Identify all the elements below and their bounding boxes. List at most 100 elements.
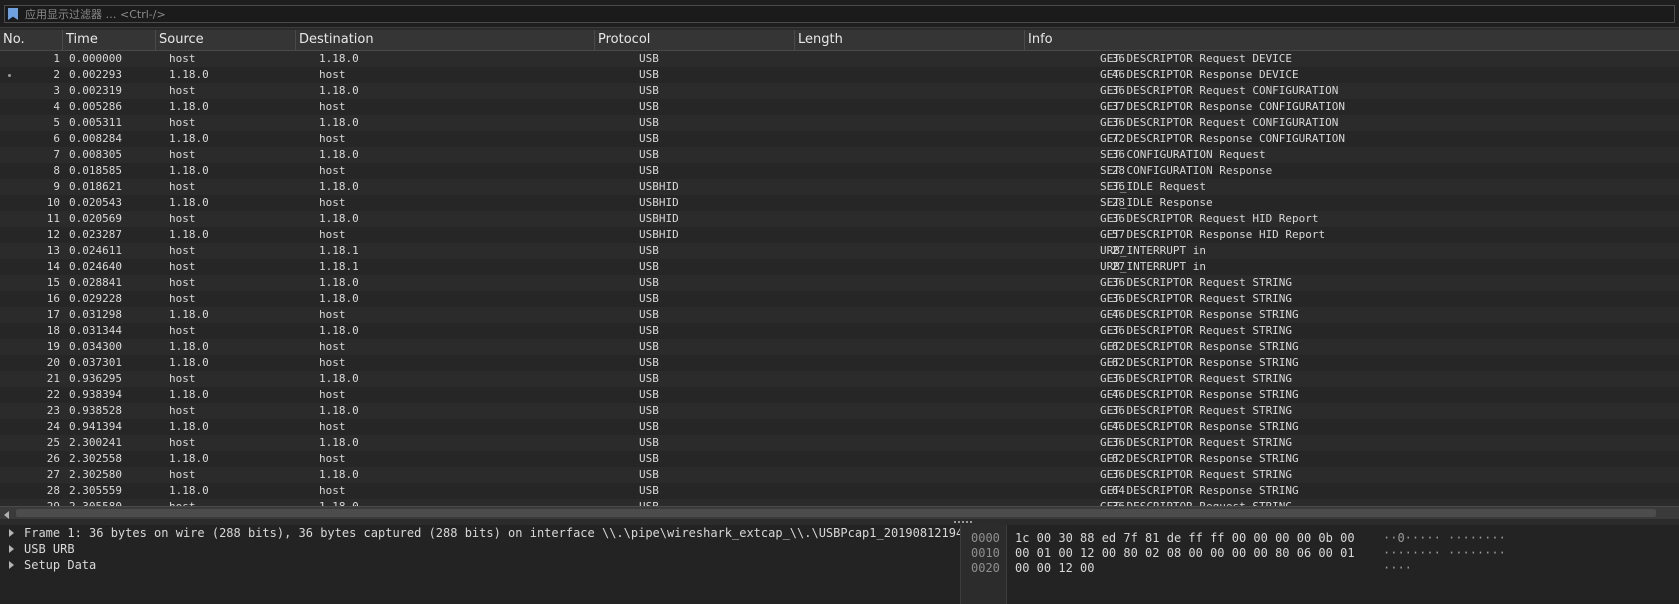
cell-time: 0.000000 — [69, 52, 122, 65]
table-row[interactable]: 25 2.300241 host 1.18.0 USB 36 GET DESCRIPTOR … — [0, 435, 1679, 451]
expand-triangle-icon[interactable] — [9, 529, 14, 537]
table-row[interactable]: 23 0.938528 host 1.18.0 USB 36 GET DESCRIPTOR … — [0, 403, 1679, 419]
detail-row-usb-urb[interactable]: USB URB — [0, 541, 960, 557]
table-row[interactable]: 9 0.018621 host 1.18.0 USBHID 36 SET_IDLE Requ… — [0, 179, 1679, 195]
table-row[interactable]: 13 0.024611 host 1.18.1 USB 27 URB_INTERRUPT i… — [0, 243, 1679, 259]
column-header-protocol[interactable]: Protocol — [594, 30, 794, 50]
cell-source: host — [169, 468, 196, 481]
display-filter-bar — [0, 0, 1679, 28]
table-row[interactable]: 29 2.305580 host 1.18.0USB 36GET DESCRIPTOR … — [0, 499, 1679, 506]
column-header-time[interactable]: Time — [62, 30, 155, 50]
cell-length: 46 — [1111, 308, 1125, 321]
cell-time: 0.031298 — [69, 308, 122, 321]
table-row[interactable]: 5 0.005311 host 1.18.0 USB 36 GET DESCRIPTOR R… — [0, 115, 1679, 131]
cell-source: 1.18.0 — [169, 340, 209, 353]
hex-ascii[interactable]: ··0····· ········ — [1383, 530, 1506, 546]
table-row[interactable]: 6 0.008284 1.18.0 host USB 72 GET DESCRIPTOR R… — [0, 131, 1679, 147]
table-row[interactable]: 7 0.008305 host 1.18.0 USB 36 SET CONFIGURATIO… — [0, 147, 1679, 163]
cell-destination: host — [319, 356, 346, 369]
cell-source: host — [169, 244, 196, 257]
cell-destination: host — [319, 340, 346, 353]
table-row[interactable]: 20 0.037301 1.18.0 host USB 62 GET DESCRIPTOR … — [0, 355, 1679, 371]
packet-list-hscrollbar[interactable] — [0, 506, 1679, 520]
cell-length: 64 — [1111, 484, 1125, 497]
column-header-destination[interactable]: Destination — [295, 30, 594, 50]
table-row[interactable]: 18 0.031344 host 1.18.0 USB 36 GET DESCRIPTOR … — [0, 323, 1679, 339]
bookmark-icon[interactable] — [8, 8, 18, 20]
cell-time: 0.024611 — [69, 244, 122, 257]
cell-no: 3 — [53, 84, 60, 97]
table-row[interactable]: 15 0.028841 host 1.18.0 USB 36 GET DESCRIPTOR … — [0, 275, 1679, 291]
hex-ascii[interactable]: ···· — [1383, 560, 1412, 576]
cell-protocol: USB — [639, 68, 659, 81]
column-header-no[interactable]: No. — [0, 30, 62, 50]
cell-no: 7 — [53, 148, 60, 161]
table-row[interactable]: 22 0.938394 1.18.0 host USB 46 GET DESCRIPTOR … — [0, 387, 1679, 403]
cell-source: host — [169, 148, 196, 161]
cell-info: GET DESCRIPTOR Response CONFIGURATION — [1100, 100, 1346, 113]
display-filter-input[interactable] — [25, 7, 1665, 21]
cell-length: 36 — [1111, 404, 1125, 417]
table-row[interactable]: 27 2.302580 host 1.18.0 USB 36 GET DESCRIPTOR … — [0, 467, 1679, 483]
cell-destination: host — [319, 388, 346, 401]
table-row[interactable]: 1 0.000000 host 1.18.0 USB 36 GET DESCRIPTOR R… — [0, 51, 1679, 67]
cell-destination: 1.18.0 — [319, 276, 359, 289]
cell-info: GET DESCRIPTOR Request STRING — [1100, 372, 1293, 385]
expand-triangle-icon[interactable] — [9, 545, 14, 553]
table-row[interactable]: 12 0.023287 1.18.0 host USBHID 57 GET DESCRIPT… — [0, 227, 1679, 243]
table-row[interactable]: 8 0.018585 1.18.0 host USB 28 SET CONFIGURATIO… — [0, 163, 1679, 179]
hscroll-thumb[interactable] — [16, 509, 1656, 517]
hex-bytes[interactable]: 00 01 00 12 00 80 02 08 00 00 00 00 80 0… — [1015, 545, 1355, 561]
cell-length: 36 — [1111, 292, 1125, 305]
cell-info: GET DESCRIPTOR Request STRING — [1100, 404, 1293, 417]
cell-info: GET DESCRIPTOR Response STRING — [1100, 308, 1299, 321]
table-row[interactable]: 24 0.941394 1.18.0 host USB 46 GET DESCRIPTOR … — [0, 419, 1679, 435]
cell-info: GET DESCRIPTOR Request CONFIGURATION — [1100, 84, 1339, 97]
column-header-info[interactable]: Info — [1024, 30, 1679, 50]
cell-info: GET DESCRIPTOR Response STRING — [1100, 388, 1299, 401]
cell-no: 10 — [46, 196, 60, 209]
cell-destination: host — [319, 68, 346, 81]
table-row[interactable]: 28 2.305559 1.18.0 host USB 64 GET DESCRIPTOR … — [0, 483, 1679, 499]
hex-bytes[interactable]: 1c 00 30 88 ed 7f 81 de ff ff 00 00 00 0… — [1015, 530, 1355, 546]
cell-destination: 1.18.0 — [319, 212, 359, 225]
cell-protocol: USB — [639, 260, 659, 273]
table-row[interactable]: 3 0.002319 host 1.18.0 USB 36 GET DESCRIPTOR R… — [0, 83, 1679, 99]
table-row[interactable]: 14 0.024640 host 1.18.1 USB 27 URB_INTERRUPT i… — [0, 259, 1679, 275]
cell-source: 1.18.0 — [169, 132, 209, 145]
cell-time: 0.936295 — [69, 372, 122, 385]
cell-protocol: USB — [639, 452, 659, 465]
cell-no: 17 — [46, 308, 60, 321]
hex-bytes[interactable]: 00 00 12 00 — [1015, 560, 1094, 576]
packet-rows: 1 0.000000 host 1.18.0 USB 36 GET DESCRIPTOR R… — [0, 51, 1679, 506]
detail-label: Setup Data — [24, 558, 97, 572]
table-row[interactable]: 19 0.034300 1.18.0 host USB 62 GET DESCRIPTOR … — [0, 339, 1679, 355]
expand-triangle-icon[interactable] — [9, 561, 14, 569]
table-row[interactable]: 2 0.002293 1.18.0 host USB 46 GET DESCRIPTOR R… — [0, 67, 1679, 83]
table-row[interactable]: 4 0.005286 1.18.0 host USB 37 GET DESCRIPTOR R… — [0, 99, 1679, 115]
cell-protocol: USB — [639, 276, 659, 289]
splitter-grip-icon[interactable] — [954, 521, 972, 523]
column-header-source[interactable]: Source — [155, 30, 295, 50]
table-row[interactable]: 11 0.020569 host 1.18.0 USBHID 36 GET DESCRIPT… — [0, 211, 1679, 227]
table-row[interactable]: 21 0.936295 host 1.18.0 USB 36 GET DESCRIPTOR … — [0, 371, 1679, 387]
cell-info: GET DESCRIPTOR Response STRING — [1100, 356, 1299, 369]
cell-protocol: USBHID — [639, 212, 679, 225]
detail-row-frame[interactable]: Frame 1: 36 bytes on wire (288 bits), 36… — [0, 525, 960, 541]
hex-ascii[interactable]: ········ ········ — [1383, 545, 1506, 561]
cell-info: URB_INTERRUPT in — [1100, 260, 1206, 273]
cell-no: 12 — [46, 228, 60, 241]
scroll-left-arrow-icon[interactable] — [4, 511, 9, 519]
table-row[interactable]: 17 0.031298 1.18.0 host USB 46 GET DESCRIPTOR … — [0, 307, 1679, 323]
cell-protocol: USB — [639, 164, 659, 177]
column-header-length[interactable]: Length — [794, 30, 1024, 50]
table-row[interactable]: 26 2.302558 1.18.0 host USB 62 GET DESCRIPTOR … — [0, 451, 1679, 467]
table-row[interactable]: 16 0.029228 host 1.18.0 USB 36 GET DESCRIPTOR … — [0, 291, 1679, 307]
cell-length: 62 — [1111, 340, 1125, 353]
detail-row-setup-data[interactable]: Setup Data — [0, 557, 960, 573]
table-row[interactable]: 10 0.020543 1.18.0 host USBHID 28 SET_IDLE Res… — [0, 195, 1679, 211]
cell-protocol: USB — [639, 308, 659, 321]
detail-label: USB URB — [24, 542, 75, 556]
cell-protocol: USB — [639, 324, 659, 337]
cell-info: SET_IDLE Request — [1100, 180, 1206, 193]
